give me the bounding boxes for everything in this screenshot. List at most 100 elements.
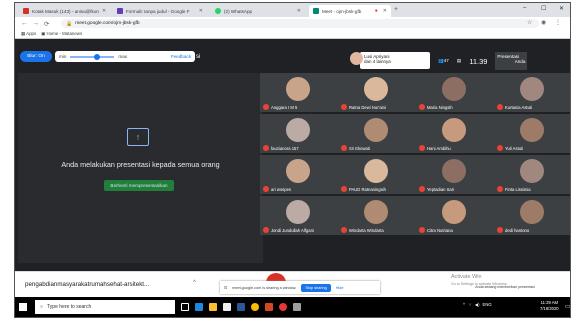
participant-tile[interactable]: Anggara I M 5 — [260, 73, 338, 112]
people-icon[interactable]: 👥47 — [438, 58, 449, 64]
avatar — [520, 77, 544, 101]
avatar — [364, 77, 388, 101]
participant-tile[interactable]: ari wospes — [260, 155, 338, 194]
participant-tile[interactable]: Jondi Jundullah Alfgani — [260, 196, 338, 235]
participant-tile[interactable]: Maria Ningsih — [416, 73, 494, 112]
tab-forms[interactable]: Formulir tanpa judul - Google F ✕ — [113, 5, 207, 17]
word-icon[interactable] — [237, 303, 245, 311]
star-icon[interactable]: ☆ — [527, 19, 532, 26]
network-icon[interactable]: ⌔ — [468, 302, 472, 308]
minimize-button[interactable]: – — [523, 5, 526, 11]
chrome-icon[interactable] — [251, 303, 259, 311]
meeting-title[interactable]: pengabdianmasyarakatrumahsehat-arsitekt.… — [25, 281, 149, 288]
close-icon[interactable]: ✕ — [297, 8, 301, 14]
mic-off-icon — [419, 227, 425, 233]
edge-icon[interactable] — [195, 303, 203, 311]
mic-off-icon — [263, 227, 269, 233]
app-icon[interactable] — [293, 303, 301, 311]
volume-icon[interactable]: ◀) — [475, 302, 480, 308]
participant-tile[interactable]: PAUD Ratnaningsih — [338, 155, 416, 194]
participant-tile[interactable]: Ratna Dewi Nur'aini — [338, 73, 416, 112]
blur-slider-panel: min max Feedback — [55, 51, 195, 62]
stop-sharing-button[interactable]: Stop sharing — [301, 283, 331, 292]
meeting-bar: pengabdianmasyarakatrumahsehat-arsitekt.… — [15, 271, 570, 297]
participant-label: Sri Ekowati — [341, 145, 370, 151]
participant-tile[interactable]: dedi hantono — [494, 196, 570, 235]
language-indicator[interactable]: ENG — [483, 302, 492, 308]
notification-chevron-icon[interactable]: ^ — [463, 302, 465, 308]
avatar — [364, 118, 388, 142]
mic-off-icon — [341, 145, 347, 151]
windows-start-icon[interactable] — [19, 303, 27, 311]
presentation-panel: ↑ Anda melakukan presentasi kepada semua… — [18, 73, 263, 289]
participant-label: Citra Nutriana — [419, 227, 453, 233]
participant-tile[interactable]: Finta Lissimia — [494, 155, 570, 194]
meet-area: Blur: On min max Feedback si Lusi Apriya… — [15, 39, 570, 289]
forward-icon[interactable]: → — [33, 20, 40, 27]
chat-icon[interactable]: ▤ — [457, 58, 461, 64]
hide-button[interactable]: Hide — [336, 286, 344, 290]
participant-tile[interactable]: Kurtania Astuti — [494, 73, 570, 112]
search-icon: ○ — [40, 304, 44, 310]
participant-tile[interactable]: Hani Ambihu — [416, 114, 494, 153]
bookmark-apps[interactable]: ▦ Apps — [21, 31, 36, 37]
participant-tile[interactable]: Sri Ekowati — [338, 114, 416, 153]
bookmarks-bar: ▦ Apps ▣ Home - Matanews — [15, 30, 570, 39]
mic-off-icon — [497, 104, 503, 110]
mic-off-icon — [497, 227, 503, 233]
file-explorer-icon[interactable] — [209, 303, 217, 311]
clock[interactable]: 11:39 AM 7/18/2020 — [540, 300, 559, 312]
windows-taskbar: ○ Type here to search ^ ⌔ ◀) ENG 11:39 A… — [15, 297, 570, 317]
mic-off-icon — [419, 104, 425, 110]
back-icon[interactable]: ← — [21, 20, 28, 27]
tab-whatsapp[interactable]: (2) WhatsApp ✕ — [211, 5, 305, 17]
new-tab-button[interactable]: + — [394, 6, 398, 13]
participant-name: PAUD Ratnaningsih — [349, 186, 386, 192]
bookmark-home-matanews[interactable]: ▣ Home - Matanews — [41, 31, 82, 37]
close-icon[interactable]: ✕ — [199, 8, 203, 14]
extension-icon[interactable]: ◉ — [541, 19, 546, 26]
slider-max-label: max — [118, 54, 128, 59]
participant-tile[interactable]: Citra Nutriana — [416, 196, 494, 235]
close-icon[interactable]: ✕ — [102, 8, 106, 14]
opera-icon[interactable] — [279, 303, 287, 311]
tab-meet[interactable]: Meet - ojm-jbsk-gfb ● ✕ — [309, 5, 391, 17]
participant-label: Yeptadian Sari — [419, 186, 454, 192]
avatar — [286, 200, 310, 224]
tab-gmail[interactable]: Kotak Masuk (143) - anisa@fkun ✕ — [19, 5, 109, 17]
stop-presenting-button[interactable]: Berhenti mempresentasikan — [104, 180, 174, 191]
notifications-icon[interactable]: ▭ — [565, 303, 570, 310]
tab-strip: Kotak Masuk (143) - anisa@fkun ✕ Formuli… — [15, 3, 570, 17]
reload-icon[interactable]: ⟳ — [44, 20, 49, 28]
menu-icon[interactable]: ⋮ — [555, 19, 561, 26]
self-view-tile[interactable]: Presentasi Anda — [495, 52, 528, 70]
mic-off-icon — [497, 145, 503, 151]
participant-name: Maria Ningsih — [427, 104, 453, 110]
mic-off-icon — [419, 186, 425, 192]
participant-label: Jondi Jundullah Alfgani — [263, 227, 314, 233]
presentation-message: Anda melakukan presentasi kepada semua o… — [61, 160, 220, 169]
participant-tile[interactable]: Yuli Astuti — [494, 114, 570, 153]
activate-windows-watermark: Activate Win — [451, 274, 482, 280]
clock-date: 7/18/2020 — [540, 306, 559, 311]
close-window-button[interactable]: ✕ — [559, 5, 564, 12]
blur-slider[interactable] — [70, 53, 115, 60]
powerpoint-icon[interactable] — [265, 303, 273, 311]
chevron-up-icon[interactable]: ^ — [193, 280, 196, 286]
blur-toggle[interactable]: Blur: On — [20, 51, 52, 62]
task-view-icon[interactable] — [181, 303, 189, 311]
address-bar[interactable]: 🔒 meet.google.com/ojm-jbsk-gfb — [61, 19, 539, 28]
taskbar-search[interactable]: ○ Type here to search — [35, 300, 175, 314]
feedback-link[interactable]: Feedback — [171, 54, 191, 59]
participant-label: Hani Ambihu — [419, 145, 451, 151]
maximize-button[interactable]: ☐ — [541, 5, 546, 12]
participant-tile[interactable]: Yeptadian Sari — [416, 155, 494, 194]
participant-tile[interactable]: Windarta Windarta — [338, 196, 416, 235]
avatar — [442, 118, 466, 142]
avatar — [364, 200, 388, 224]
participant-tile[interactable]: fauzianora 157 — [260, 114, 338, 153]
avatar — [350, 52, 363, 65]
close-icon[interactable]: ✕ — [383, 8, 387, 14]
participant-grid: Anggara I M 5 Ratna Dewi Nur'aini Maria Ni… — [260, 73, 570, 271]
store-icon[interactable] — [223, 303, 231, 311]
